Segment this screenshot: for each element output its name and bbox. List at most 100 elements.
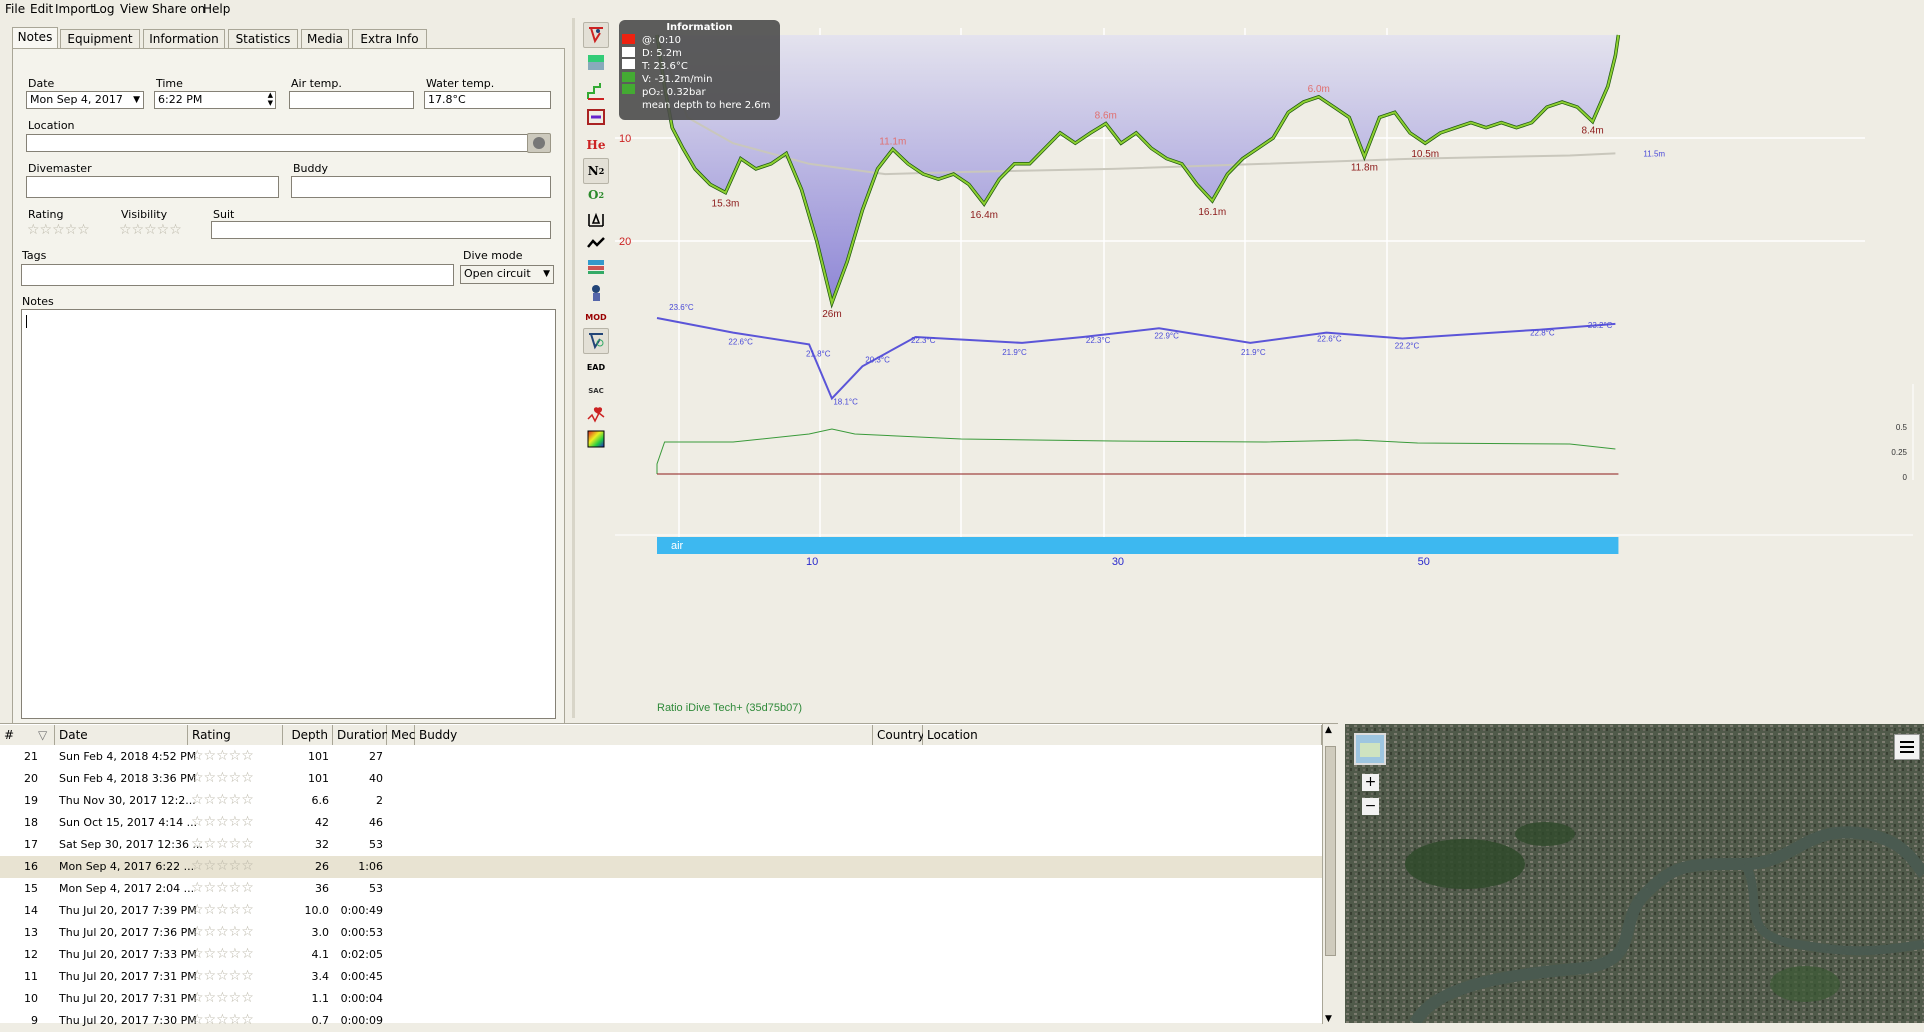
dive-profile-chart[interactable]: 10 20 10 30 50 0.5 0.25 0 15.3m 26m 11.1m 16.4m 8.6m…: [615, 18, 1918, 718]
temperature-label: 23.6°C: [669, 303, 694, 312]
menu-import[interactable]: Import: [55, 2, 95, 16]
heartbeat-icon[interactable]: [583, 402, 609, 428]
table-row[interactable]: 21 Sun Feb 4, 2018 4:52 PM ☆☆☆☆☆ 101 27: [0, 746, 1322, 768]
table-row[interactable]: 15 Mon Sep 4, 2017 2:04 ... ☆☆☆☆☆ 36 53: [0, 878, 1322, 900]
sac-icon[interactable]: SAC: [583, 378, 609, 404]
n2-icon[interactable]: N2: [583, 158, 609, 184]
location-field[interactable]: [26, 134, 538, 152]
menu-view[interactable]: View: [120, 2, 148, 16]
water-temp-field[interactable]: 17.8°C: [424, 91, 551, 109]
map-widget[interactable]: + −: [1345, 724, 1924, 1023]
globe-button[interactable]: [527, 133, 551, 153]
row-rating-stars[interactable]: ☆☆☆☆☆: [191, 924, 254, 940]
dive-computer-icon[interactable]: [583, 280, 609, 306]
date-field[interactable]: Mon Sep 4, 2017 ▼: [26, 91, 144, 109]
menu-help[interactable]: Help: [203, 2, 230, 16]
profile-icon[interactable]: [583, 328, 609, 354]
column-header-location[interactable]: Location: [923, 725, 1322, 745]
dive-details-panel: Notes Equipment Information Statistics M…: [0, 18, 569, 726]
time-field[interactable]: 6:22 PM ▲ ▼: [154, 91, 276, 109]
vertical-splitter[interactable]: [572, 18, 575, 718]
row-rating-stars[interactable]: ☆☆☆☆☆: [191, 902, 254, 918]
tab-statistics[interactable]: Statistics: [228, 29, 298, 48]
table-row[interactable]: 11 Thu Jul 20, 2017 7:31 PM ☆☆☆☆☆ 3.4 0:00:4…: [0, 966, 1322, 988]
delta-icon[interactable]: [583, 206, 609, 232]
dive-mode-select[interactable]: Open circuit ▼: [460, 265, 554, 284]
buddy-field[interactable]: [291, 176, 551, 198]
tab-notes[interactable]: Notes: [12, 27, 58, 49]
notes-textarea[interactable]: [21, 309, 556, 719]
row-number: 19: [24, 794, 38, 807]
heartrate-line-icon[interactable]: [583, 230, 609, 256]
menu-log[interactable]: Log: [93, 2, 114, 16]
chevron-down-icon[interactable]: ▼: [543, 266, 550, 282]
column-header-date[interactable]: Date: [55, 725, 188, 745]
visibility-stars[interactable]: ☆☆☆☆☆: [119, 223, 182, 237]
row-rating-stars[interactable]: ☆☆☆☆☆: [191, 1012, 254, 1028]
row-duration: 53: [369, 882, 383, 895]
air-temp-field[interactable]: [289, 91, 414, 109]
tissue-graph-icon[interactable]: [583, 104, 609, 130]
satellite-map[interactable]: [1345, 724, 1924, 1023]
map-zoom-out-button[interactable]: −: [1362, 798, 1379, 815]
column-header-mec[interactable]: Mec: [387, 725, 415, 745]
table-row[interactable]: 9 Thu Jul 20, 2017 7:30 PM ☆☆☆☆☆ 0.7 0:00:09: [0, 1010, 1322, 1032]
heatmap-icon[interactable]: [583, 426, 609, 452]
scrollbar-thumb[interactable]: [1325, 746, 1336, 956]
row-rating-stars[interactable]: ☆☆☆☆☆: [191, 880, 254, 896]
profile-toolbar: He N2 O2 MOD EAD SAC: [577, 18, 615, 534]
divemaster-field[interactable]: [26, 176, 279, 198]
table-row[interactable]: 12 Thu Jul 20, 2017 7:33 PM ☆☆☆☆☆ 4.1 0:02:0…: [0, 944, 1322, 966]
row-rating-stars[interactable]: ☆☆☆☆☆: [191, 946, 254, 962]
column-header-depth[interactable]: Depth: [283, 725, 333, 745]
table-row[interactable]: 16 Mon Sep 4, 2017 6:22 ... ☆☆☆☆☆ 26 1:06: [0, 856, 1322, 878]
column-header-duration[interactable]: Duration: [333, 725, 389, 745]
table-row[interactable]: 18 Sun Oct 15, 2017 4:14 ... ☆☆☆☆☆ 42 46: [0, 812, 1322, 834]
row-rating-stars[interactable]: ☆☆☆☆☆: [191, 792, 254, 808]
menu-edit[interactable]: Edit: [30, 2, 53, 16]
row-rating-stars[interactable]: ☆☆☆☆☆: [191, 770, 254, 786]
he-icon[interactable]: He: [583, 132, 609, 158]
deco-ceiling-icon[interactable]: [583, 78, 609, 104]
tab-media[interactable]: Media: [301, 29, 349, 48]
row-rating-stars[interactable]: ☆☆☆☆☆: [191, 814, 254, 830]
o2-icon[interactable]: O2: [583, 182, 609, 208]
ceiling-shaded-icon[interactable]: [583, 50, 609, 76]
tab-extra-info[interactable]: Extra Info: [352, 29, 427, 48]
ead-icon[interactable]: EAD: [583, 354, 609, 380]
suit-field[interactable]: [211, 221, 551, 239]
scroll-up-arrow-icon[interactable]: ▲: [1325, 725, 1332, 735]
tab-information[interactable]: Information: [143, 29, 225, 48]
row-rating-stars[interactable]: ☆☆☆☆☆: [191, 990, 254, 1006]
column-header-number[interactable]: # ▽: [0, 725, 55, 745]
list-scrollbar[interactable]: ▲ ▼: [1322, 724, 1338, 1024]
column-header-country[interactable]: Country: [873, 725, 925, 745]
rating-stars[interactable]: ☆☆☆☆☆: [27, 223, 90, 237]
sort-arrow-icon[interactable]: ▽: [38, 725, 47, 745]
calc-ceiling-icon[interactable]: [583, 22, 609, 48]
table-row[interactable]: 19 Thu Nov 30, 2017 12:2... ☆☆☆☆☆ 6.6 2: [0, 790, 1322, 812]
spin-arrows-icon[interactable]: ▲ ▼: [268, 91, 273, 107]
menu-share-on[interactable]: Share on: [152, 2, 205, 16]
map-zoom-in-button[interactable]: +: [1362, 774, 1379, 791]
row-rating-stars[interactable]: ☆☆☆☆☆: [191, 858, 254, 874]
row-rating-stars[interactable]: ☆☆☆☆☆: [191, 968, 254, 984]
tags-field[interactable]: [21, 264, 454, 286]
column-header-rating[interactable]: Rating: [188, 725, 283, 745]
column-header-buddy[interactable]: Buddy: [415, 725, 873, 745]
table-row[interactable]: 20 Sun Feb 4, 2018 3:36 PM ☆☆☆☆☆ 101 40: [0, 768, 1322, 790]
row-rating-stars[interactable]: ☆☆☆☆☆: [191, 836, 254, 852]
row-rating-stars[interactable]: ☆☆☆☆☆: [191, 748, 254, 764]
mod-icon[interactable]: MOD: [583, 304, 609, 330]
table-row[interactable]: 10 Thu Jul 20, 2017 7:31 PM ☆☆☆☆☆ 1.1 0:00:0…: [0, 988, 1322, 1010]
menu-file[interactable]: File: [5, 2, 25, 16]
tab-equipment[interactable]: Equipment: [60, 29, 140, 48]
table-row[interactable]: 13 Thu Jul 20, 2017 7:36 PM ☆☆☆☆☆ 3.0 0:00:5…: [0, 922, 1322, 944]
table-row[interactable]: 14 Thu Jul 20, 2017 7:39 PM ☆☆☆☆☆ 10.0 0:00:…: [0, 900, 1322, 922]
map-type-thumbnail[interactable]: [1354, 733, 1386, 765]
table-row[interactable]: 17 Sat Sep 30, 2017 12:36 ... ☆☆☆☆☆ 32 53: [0, 834, 1322, 856]
row-depth: 36: [315, 882, 329, 895]
map-menu-button[interactable]: [1894, 734, 1920, 760]
gas-bars-icon[interactable]: [583, 254, 609, 280]
chevron-down-icon[interactable]: ▼: [133, 92, 140, 108]
